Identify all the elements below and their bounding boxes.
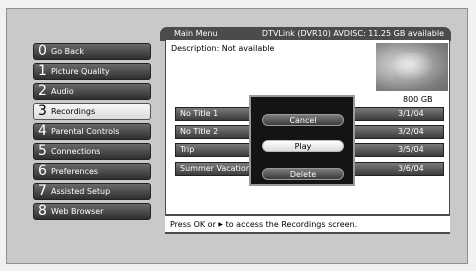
menu-item-label: Go Back [51, 47, 85, 56]
recording-title: Trip [180, 145, 195, 154]
preview-thumbnail [376, 43, 448, 91]
menu-item-label: Audio [51, 87, 74, 96]
menu-item-number: 1 [38, 63, 47, 79]
delete-button[interactable]: Delete [262, 168, 344, 180]
recording-title: No Title 2 [180, 127, 219, 136]
menu-item-parental-controls[interactable]: 4 Parental Controls [33, 123, 151, 140]
play-button[interactable]: Play [262, 140, 344, 152]
menu-item-number: 3 [38, 103, 47, 119]
main-menu: 0 Go Back 1 Picture Quality 2 Audio 3 Re… [33, 43, 151, 223]
menu-item-number: 4 [38, 123, 47, 139]
page-title: Main Menu [174, 29, 218, 38]
menu-item-audio[interactable]: 2 Audio [33, 83, 151, 100]
recording-title: No Title 1 [180, 109, 219, 118]
recording-action-popup: Cancel Play Delete [249, 95, 355, 186]
recording-date: 3/6/04 [398, 164, 424, 173]
help-hint: Press OK or ▶ to access the Recordings s… [165, 215, 450, 232]
menu-item-label: Picture Quality [51, 67, 110, 76]
menu-item-number: 0 [38, 43, 47, 59]
disk-status: DTVLink (DVR10) AVDISC: 11.25 GB availab… [261, 29, 444, 38]
header-bar: Main Menu DTVLink (DVR10) AVDISC: 11.25 … [160, 27, 451, 41]
divider [165, 232, 450, 234]
menu-item-label: Web Browser [51, 207, 104, 216]
hint-text-before: Press OK or [170, 220, 216, 229]
cancel-button[interactable]: Cancel [262, 114, 344, 126]
recording-date: 3/5/04 [398, 145, 424, 154]
menu-item-label: Preferences [51, 167, 99, 176]
description-label: Description: Not available [171, 44, 275, 53]
menu-item-go-back[interactable]: 0 Go Back [33, 43, 151, 60]
menu-item-web-browser[interactable]: 8 Web Browser [33, 203, 151, 220]
menu-item-number: 8 [38, 203, 47, 219]
menu-item-label: Recordings [51, 107, 96, 116]
menu-item-assisted-setup[interactable]: 7 Assisted Setup [33, 183, 151, 200]
menu-item-picture-quality[interactable]: 1 Picture Quality [33, 63, 151, 80]
disk-size-label: 800 GB [403, 95, 433, 104]
right-arrow-icon: ▶ [218, 221, 224, 228]
menu-item-label: Parental Controls [51, 127, 120, 136]
menu-item-number: 5 [38, 143, 47, 159]
menu-item-number: 2 [38, 83, 47, 99]
hint-text-after: to access the Recordings screen. [225, 220, 358, 229]
menu-item-connections[interactable]: 5 Connections [33, 143, 151, 160]
menu-item-preferences[interactable]: 6 Preferences [33, 163, 151, 180]
menu-item-recordings[interactable]: 3 Recordings [33, 103, 151, 120]
menu-item-label: Assisted Setup [51, 187, 111, 196]
recording-date: 3/2/04 [398, 127, 424, 136]
recording-title: Summer Vacation [180, 164, 251, 173]
menu-item-label: Connections [51, 147, 101, 156]
menu-item-number: 6 [38, 163, 47, 179]
menu-item-number: 7 [38, 183, 47, 199]
recording-date: 3/1/04 [398, 109, 424, 118]
